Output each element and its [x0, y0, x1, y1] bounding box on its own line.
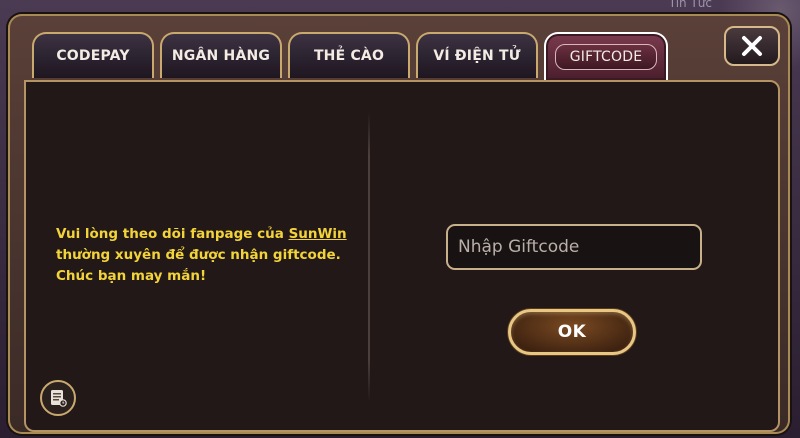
tab-ewallet[interactable]: VÍ ĐIỆN TỬ [416, 32, 538, 78]
tab-bar: CODEPAY NGÂN HÀNG THẺ CÀO VÍ ĐIỆN TỬ GIF… [32, 32, 668, 82]
tab-bank[interactable]: NGÂN HÀNG [160, 32, 282, 78]
fanpage-link[interactable]: SunWin [289, 226, 347, 242]
tab-giftcode[interactable]: GIFTCODE [544, 32, 668, 80]
giftcode-info-text: Vui lòng theo dõi fanpage của SunWin thư… [56, 224, 356, 287]
info-text-line3: Chúc bạn may mắn! [56, 268, 207, 284]
payment-dialog: CODEPAY NGÂN HÀNG THẺ CÀO VÍ ĐIỆN TỬ GIF… [8, 14, 790, 434]
history-icon [51, 390, 67, 407]
history-button[interactable] [40, 380, 76, 416]
close-button[interactable] [724, 26, 780, 66]
giftcode-input[interactable] [446, 224, 702, 270]
background-news-label: Tin Tức [668, 0, 712, 10]
giftcode-panel: Vui lòng theo dõi fanpage của SunWin thư… [24, 80, 780, 432]
panel-divider [368, 112, 370, 402]
ok-button[interactable]: OK [508, 309, 636, 355]
tab-card[interactable]: THẺ CÀO [288, 32, 410, 78]
close-icon [742, 36, 762, 56]
info-text-line2: thường xuyên để được nhận giftcode. [56, 247, 341, 263]
tab-codepay[interactable]: CODEPAY [32, 32, 154, 78]
info-text-before: Vui lòng theo dõi fanpage của [56, 226, 289, 242]
tab-giftcode-label: GIFTCODE [554, 44, 658, 70]
